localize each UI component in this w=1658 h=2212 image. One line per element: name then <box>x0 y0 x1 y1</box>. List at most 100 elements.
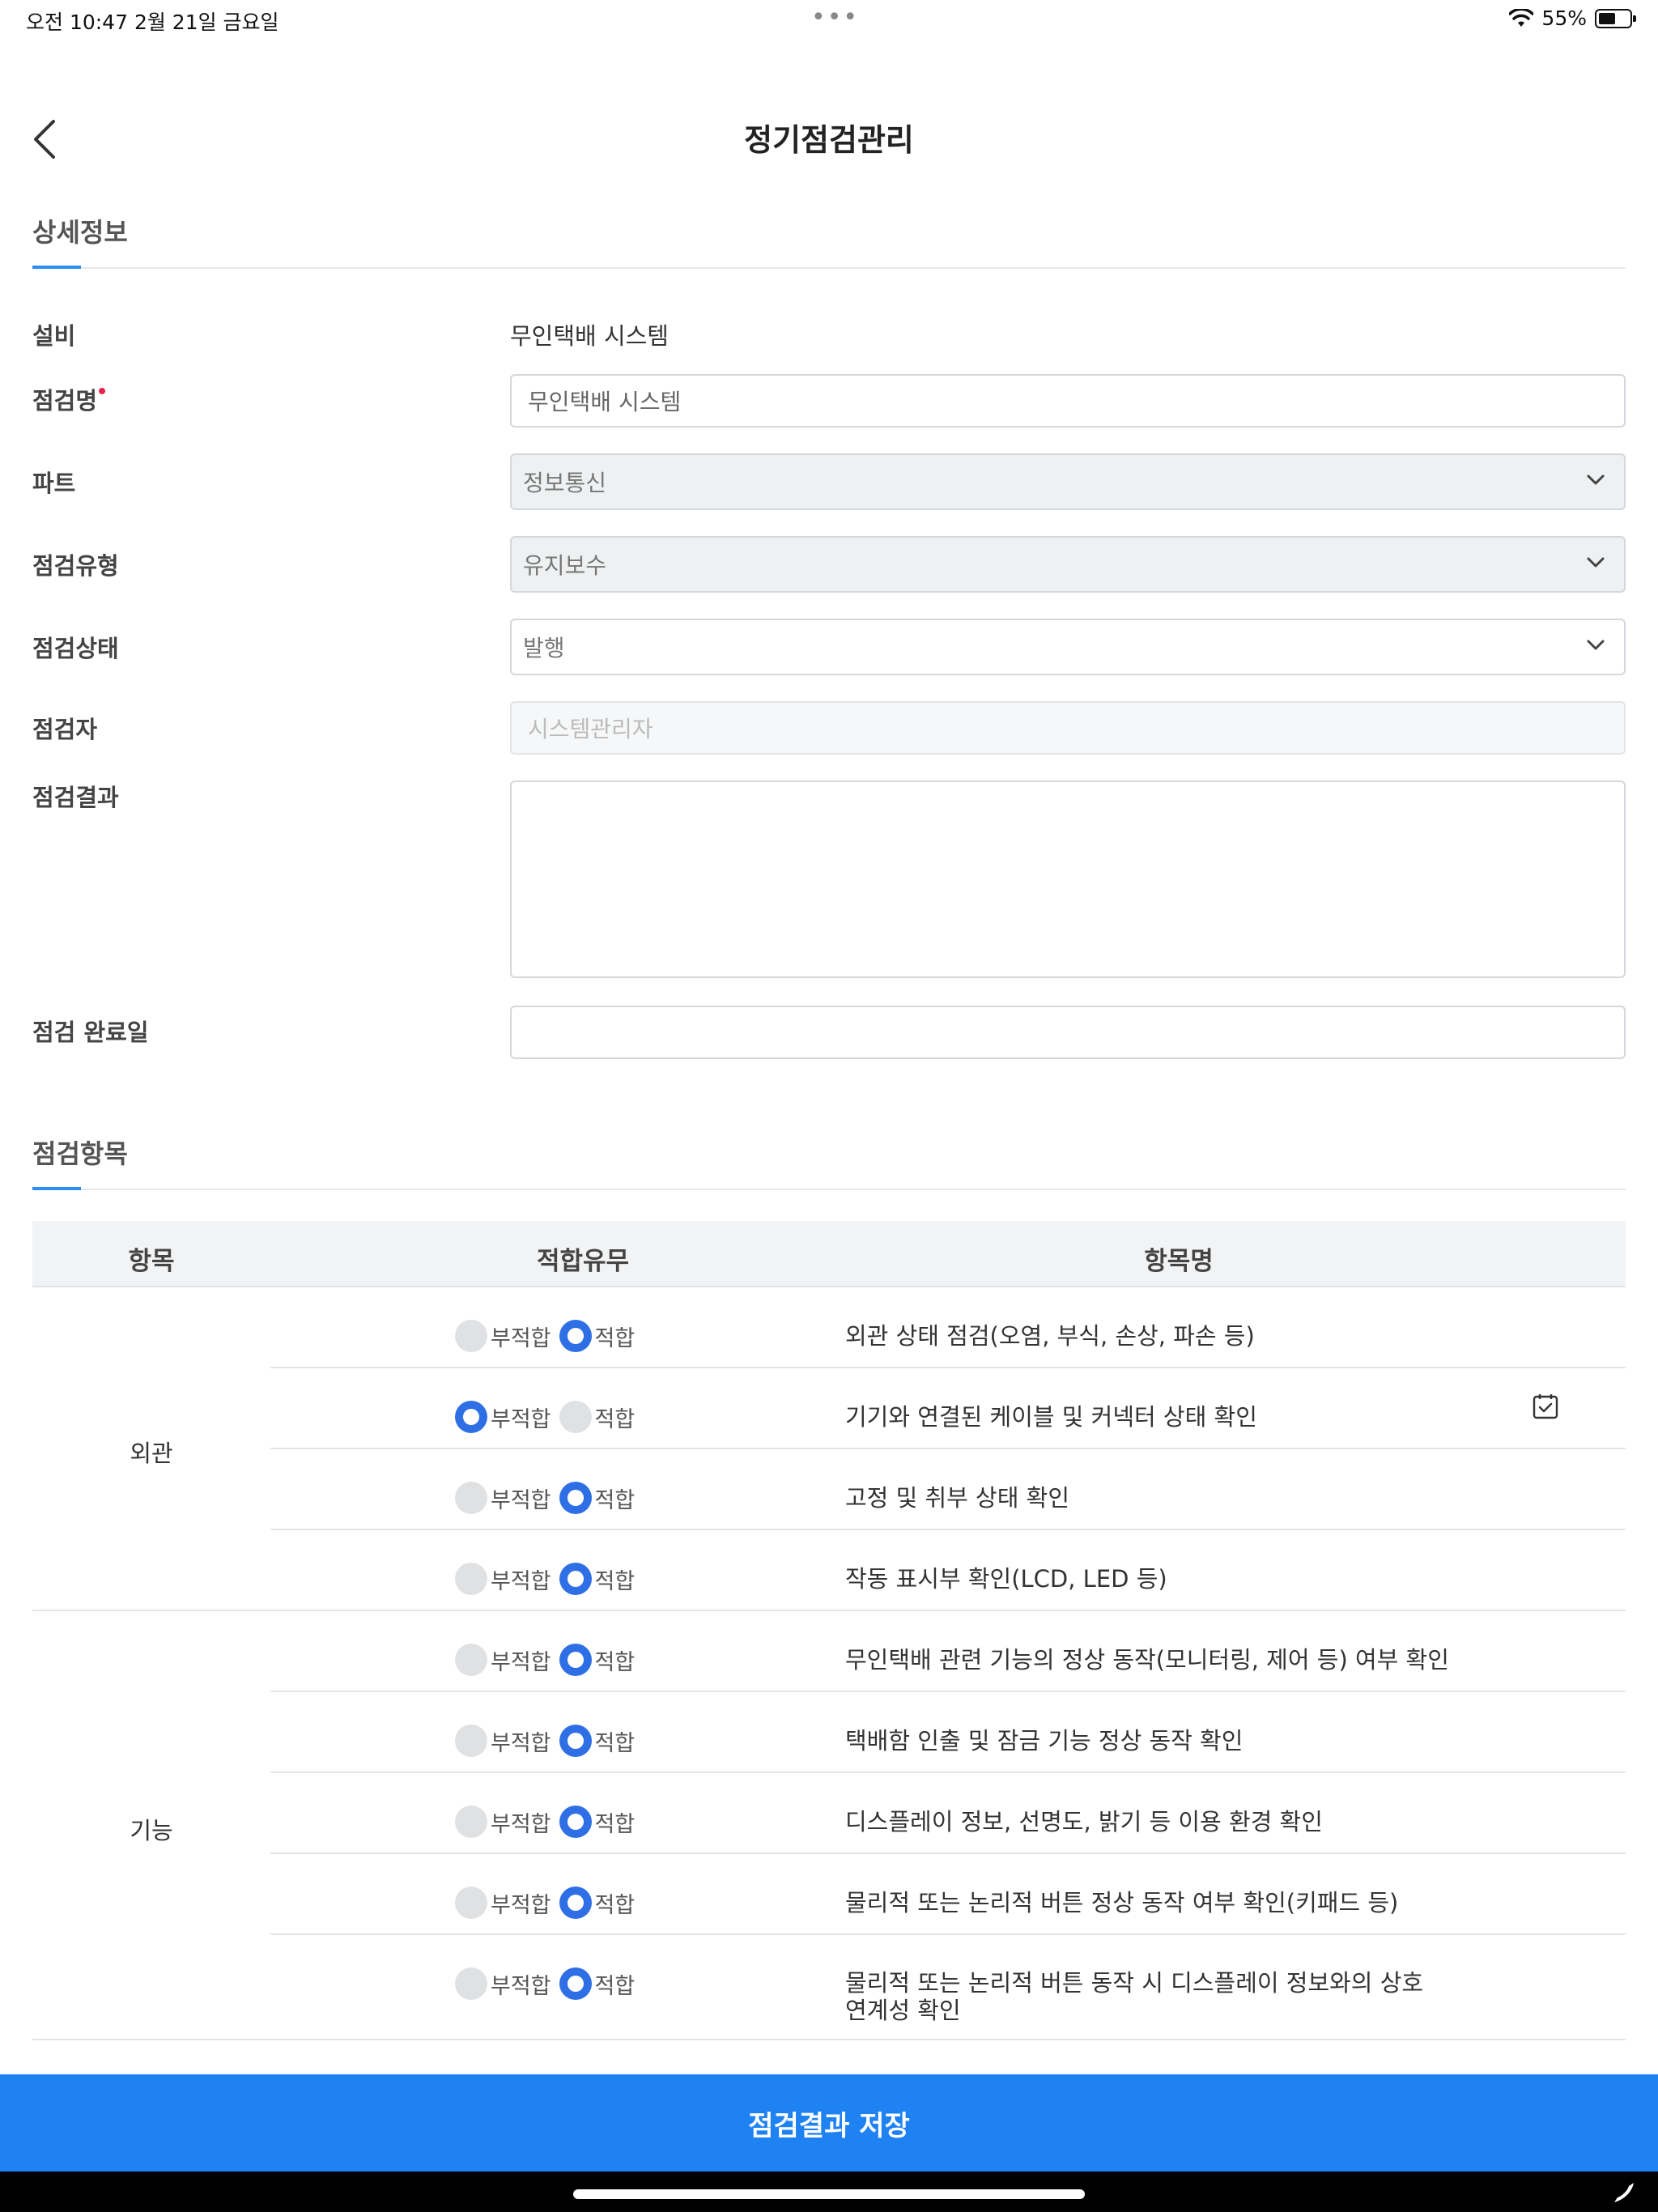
battery-percent: 55% <box>1541 6 1587 30</box>
radio-group: 부적합 적합 <box>455 1887 643 1919</box>
status-right-group: 55% <box>1509 6 1636 30</box>
save-result-button[interactable]: 점검결과 저장 <box>0 2074 1658 2172</box>
radio-group: 부적합 적합 <box>455 1725 643 1757</box>
radio-pass-label: 적합 <box>594 1811 636 1837</box>
item-name: 물리적 또는 논리적 버튼 동작 시 디스플레이 정보와의 상호 연계성 확인 <box>845 1969 1423 2024</box>
home-indicator[interactable] <box>573 2189 1085 2199</box>
radio-pass-label: 적합 <box>594 1406 636 1432</box>
item-name-line1: 물리적 또는 논리적 버튼 동작 시 디스플레이 정보와의 상호 <box>845 1969 1424 1997</box>
chevron-down-icon <box>1587 640 1605 650</box>
radio-fail[interactable] <box>455 1806 487 1838</box>
radio-pass-label: 적합 <box>594 1973 636 1999</box>
item-name: 작동 표시부 확인(LCD, LED 등) <box>845 1565 1167 1593</box>
radio-pass[interactable] <box>559 1482 592 1514</box>
radio-fail-label: 부적합 <box>491 1568 551 1594</box>
multitasking-dots-icon[interactable]: ••• <box>811 3 859 32</box>
part-select[interactable]: 정보통신 <box>510 453 1626 510</box>
inspection-type-select[interactable]: 유지보수 <box>510 536 1626 593</box>
table-bottom-border <box>32 2039 1626 2040</box>
part-select-value: 정보통신 <box>523 470 607 496</box>
phone-icon[interactable] <box>1611 2180 1637 2206</box>
radio-fail-label: 부적합 <box>491 1649 551 1675</box>
radio-group: 부적합 적합 <box>455 1401 643 1433</box>
radio-fail[interactable] <box>455 1967 487 2000</box>
result-textarea[interactable] <box>510 781 1626 978</box>
inspection-name-label-text: 점검명 <box>32 387 98 415</box>
inspection-status-select[interactable]: 발행 <box>510 619 1626 675</box>
table-header: 항목 적합유무 항목명 <box>32 1221 1626 1287</box>
radio-pass[interactable] <box>559 1563 592 1595</box>
radio-pass-label: 적합 <box>594 1325 636 1351</box>
header-item-name: 항목명 <box>1144 1247 1214 1276</box>
radio-pass[interactable] <box>559 1401 592 1433</box>
section-underline <box>32 266 81 269</box>
item-name: 물리적 또는 논리적 버튼 정상 동작 여부 확인(키패드 등) <box>845 1889 1399 1916</box>
radio-pass[interactable] <box>559 1967 592 2000</box>
radio-fail[interactable] <box>455 1482 487 1514</box>
radio-pass-label: 적합 <box>594 1892 636 1918</box>
group-label-exterior: 외관 <box>130 1440 173 1467</box>
chevron-down-icon <box>1587 557 1605 568</box>
radio-fail[interactable] <box>455 1320 487 1352</box>
radio-pass-label: 적합 <box>594 1730 636 1756</box>
radio-group: 부적합 적합 <box>455 1644 643 1676</box>
radio-pass[interactable] <box>559 1725 592 1757</box>
wifi-icon <box>1509 8 1534 27</box>
inspection-status-label: 점검상태 <box>32 635 119 662</box>
item-name: 고정 및 취부 상태 확인 <box>845 1484 1069 1512</box>
radio-fail-label: 부적합 <box>491 1487 551 1513</box>
item-name: 외관 상태 점검(오염, 부식, 손상, 파손 등) <box>845 1322 1255 1350</box>
part-label: 파트 <box>32 470 76 497</box>
radio-fail-label: 부적합 <box>491 1892 551 1918</box>
radio-fail-label: 부적합 <box>491 1730 551 1756</box>
header-suitability: 적합유무 <box>536 1247 630 1276</box>
completion-date-input[interactable] <box>510 1006 1626 1059</box>
items-section-title: 점검항목 <box>32 1138 128 1169</box>
inspector-label: 점검자 <box>32 716 98 743</box>
radio-pass-label: 적합 <box>594 1487 636 1513</box>
radio-pass-label: 적합 <box>594 1649 636 1675</box>
item-name: 디스플레이 정보, 선명도, 밝기 등 이용 환경 확인 <box>845 1808 1323 1836</box>
radio-fail[interactable] <box>455 1644 487 1676</box>
radio-fail[interactable] <box>455 1725 487 1757</box>
result-label: 점검결과 <box>32 784 119 811</box>
page-title: 정기점검관리 <box>744 122 914 158</box>
radio-group: 부적합 적합 <box>455 1482 643 1514</box>
radio-pass[interactable] <box>559 1644 592 1676</box>
section-underline <box>32 1187 81 1190</box>
radio-fail-label: 부적합 <box>491 1811 551 1837</box>
detail-section-header: 상세정보 <box>32 212 1626 269</box>
radio-group: 부적합 적합 <box>455 1563 643 1595</box>
radio-group: 부적합 적합 <box>455 1967 643 2000</box>
inspection-status-select-value: 발행 <box>523 635 565 661</box>
radio-fail-label: 부적합 <box>491 1325 551 1351</box>
radio-pass[interactable] <box>559 1806 592 1838</box>
radio-fail[interactable] <box>455 1401 487 1433</box>
inspection-name-input[interactable]: 무인택배 시스템 <box>510 374 1626 428</box>
memo-check-icon[interactable] <box>1532 1393 1559 1420</box>
radio-fail-label: 부적합 <box>491 1406 551 1432</box>
completion-date-label: 점검 완료일 <box>32 1019 149 1046</box>
item-name: 택배함 인출 및 잠금 기능 정상 동작 확인 <box>845 1727 1244 1755</box>
radio-group: 부적합 적합 <box>455 1320 643 1352</box>
item-name-line2: 연계성 확인 <box>845 1997 961 2024</box>
status-time-date: 오전 10:47 2월 21일 금요일 <box>26 11 279 34</box>
radio-pass[interactable] <box>559 1887 592 1919</box>
battery-icon <box>1595 8 1636 28</box>
detail-section-title: 상세정보 <box>32 217 128 248</box>
radio-group: 부적합 적합 <box>455 1806 643 1838</box>
header-category: 항목 <box>128 1247 175 1276</box>
radio-pass[interactable] <box>559 1320 592 1352</box>
inspector-field: 시스템관리자 <box>510 701 1626 755</box>
equipment-label: 설비 <box>32 322 76 350</box>
chevron-down-icon <box>1587 474 1605 485</box>
radio-fail[interactable] <box>455 1887 487 1919</box>
item-name: 무인택배 관련 기능의 정상 동작(모니터링, 제어 등) 여부 확인 <box>845 1646 1449 1674</box>
radio-fail[interactable] <box>455 1563 487 1595</box>
radio-fail-label: 부적합 <box>491 1973 551 1999</box>
required-indicator <box>99 388 106 394</box>
inspection-type-select-value: 유지보수 <box>523 552 607 579</box>
items-section-header: 점검항목 <box>32 1134 1626 1190</box>
group-label-function: 기능 <box>130 1817 173 1844</box>
equipment-value: 무인택배 시스템 <box>510 322 669 350</box>
